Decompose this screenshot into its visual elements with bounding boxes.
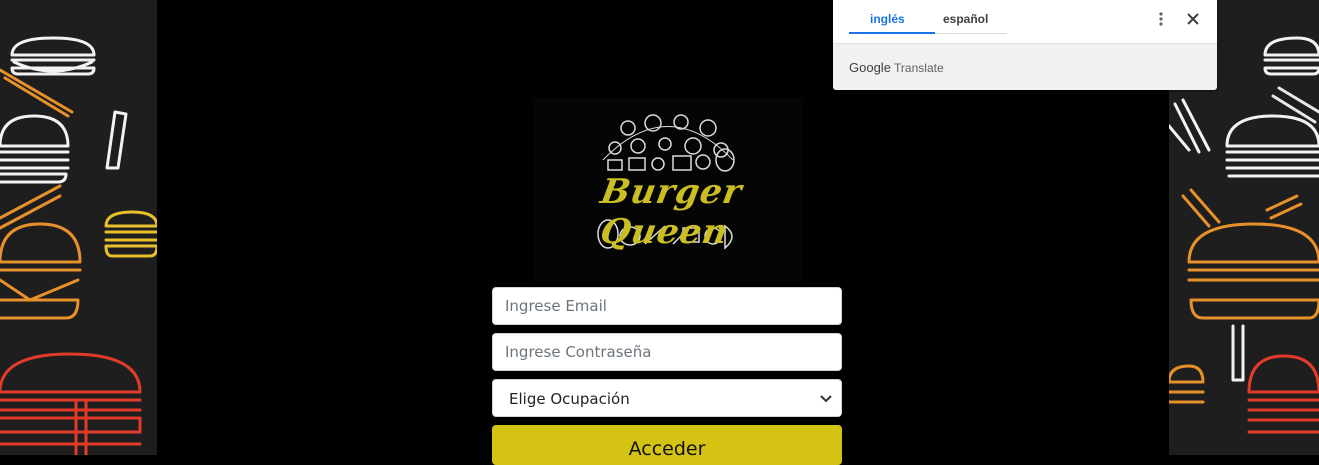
tab-divider — [935, 33, 1007, 34]
occupation-select-value: Elige Ocupación — [509, 390, 630, 408]
more-vert-icon[interactable] — [1155, 11, 1167, 27]
burger-queen-logo: Burger Queen — [533, 98, 803, 282]
burger-pattern-icons — [0, 36, 157, 455]
chevron-down-icon — [820, 395, 832, 403]
active-tab-indicator — [849, 32, 935, 34]
translate-tabs: inglés español — [833, 0, 1217, 44]
burger-icon — [10, 36, 96, 76]
occupation-select[interactable]: Elige Ocupación — [492, 379, 842, 417]
email-field[interactable] — [492, 287, 842, 325]
tab-espanol[interactable]: español — [943, 12, 988, 26]
submit-button[interactable]: Acceder — [492, 425, 842, 465]
brand-google: Google — [849, 60, 891, 75]
left-burger-pattern — [0, 0, 157, 455]
fries-icon — [0, 68, 74, 114]
google-translate-bar: inglés español Google Translate — [833, 0, 1217, 90]
brand-translate: Translate — [894, 61, 944, 75]
password-field[interactable] — [492, 333, 842, 371]
google-translate-brand: Google Translate — [849, 60, 944, 75]
close-icon[interactable] — [1185, 11, 1201, 27]
logo-text: Burger Queen — [597, 172, 746, 252]
fries-icon — [1181, 188, 1221, 228]
burger-icon — [1263, 36, 1319, 76]
tab-ingles[interactable]: inglés — [870, 12, 905, 26]
